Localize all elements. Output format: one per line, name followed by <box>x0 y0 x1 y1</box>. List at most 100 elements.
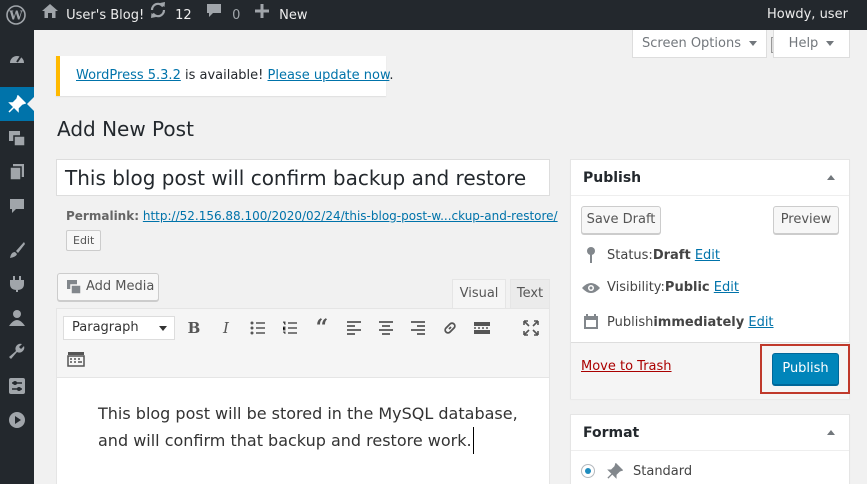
bold-button[interactable]: B <box>182 316 206 340</box>
menu-collapse[interactable] <box>0 403 34 437</box>
menu-appearance[interactable] <box>0 233 34 267</box>
italic-icon: I <box>223 319 229 337</box>
bullet-list-button[interactable] <box>246 316 270 340</box>
wordpress-version-link[interactable]: WordPress 5.3.2 <box>76 68 181 83</box>
collapse-arrow-icon[interactable] <box>827 175 835 180</box>
menu-comments[interactable] <box>0 189 34 223</box>
read-more-icon <box>474 322 490 334</box>
status-row: Status: Draft Edit <box>581 246 720 264</box>
align-center-button[interactable] <box>374 316 398 340</box>
edit-status-link[interactable]: Edit <box>695 248 720 263</box>
toolbar-toggle-button[interactable] <box>64 347 88 371</box>
menu-posts[interactable] <box>0 87 34 121</box>
bold-icon: B <box>187 319 201 337</box>
add-media-label: Add Media <box>86 279 155 294</box>
fullscreen-button[interactable] <box>519 316 543 340</box>
help-button[interactable]: Help <box>773 30 850 58</box>
menu-plugins[interactable] <box>0 267 34 301</box>
format-box-header[interactable]: Format <box>571 415 849 451</box>
standard-radio[interactable] <box>581 464 595 478</box>
chevron-down-icon <box>159 326 167 331</box>
permalink: Permalink: http://52.156.88.100/2020/02/… <box>66 209 558 223</box>
media-icon <box>67 279 82 295</box>
edit-visibility-link[interactable]: Edit <box>714 280 739 295</box>
radio-dot-icon <box>585 468 591 474</box>
major-publishing-actions: Move to Trash Publish <box>571 342 850 399</box>
new-content-link[interactable]: New <box>255 0 308 30</box>
edit-schedule-link[interactable]: Edit <box>748 315 773 330</box>
visibility-row: Visibility: Public Edit <box>581 280 739 295</box>
keyboard-icon <box>67 352 85 367</box>
read-more-button[interactable] <box>470 316 494 340</box>
publish-box-title: Publish <box>583 170 642 186</box>
publish-button[interactable]: Publish <box>772 353 839 385</box>
tab-visual[interactable]: Visual <box>452 279 506 309</box>
tab-text[interactable]: Text <box>510 279 550 309</box>
standard-label: Standard <box>633 463 693 479</box>
blockquote-icon: “ <box>315 315 329 341</box>
updates-count: 12 <box>175 7 192 23</box>
menu-settings[interactable] <box>0 369 34 403</box>
blockquote-button[interactable]: “ <box>310 315 334 341</box>
permalink-label: Permalink: <box>66 209 140 223</box>
updates-icon <box>149 0 167 30</box>
align-left-button[interactable] <box>342 316 366 340</box>
update-notice: WordPress 5.3.2 is available! Please upd… <box>56 56 394 96</box>
format-box: Format Standard <box>570 414 850 484</box>
visibility-label: Visibility: <box>607 280 665 295</box>
publish-box-header[interactable]: Publish <box>571 160 849 196</box>
publish-box: Publish Save Draft Preview Status: Draft… <box>570 159 850 399</box>
save-draft-button[interactable]: Save Draft <box>581 206 661 234</box>
menu-pages[interactable] <box>0 155 34 189</box>
paintbrush-icon <box>10 242 25 258</box>
post-title-input[interactable]: This blog post will confirm backup and r… <box>56 159 550 196</box>
wrench-icon <box>9 343 25 359</box>
permalink-url[interactable]: http://52.156.88.100/2020/02/24/this-blo… <box>143 209 558 223</box>
screen-options-button[interactable]: Screen Options <box>632 30 767 58</box>
publish-value: immediately <box>653 314 745 330</box>
admin-bar: W User's Blog! 12 0 New Howdy, user <box>0 0 867 53</box>
my-account-link[interactable]: Howdy, user <box>767 0 867 53</box>
calendar-icon <box>581 314 601 330</box>
edit-permalink-button[interactable]: Edit <box>66 230 102 251</box>
add-media-button[interactable]: Add Media <box>57 273 159 301</box>
status-label: Status: <box>607 247 653 263</box>
schedule-row: Publish immediately Edit <box>581 314 774 330</box>
insert-link-button[interactable] <box>438 316 462 340</box>
align-right-icon <box>411 321 425 335</box>
post-content-editor[interactable]: This blog post will be stored in the MyS… <box>56 377 550 484</box>
italic-button[interactable]: I <box>214 316 238 340</box>
numbered-list-button[interactable] <box>278 316 302 340</box>
format-select[interactable]: Paragraph <box>63 316 175 340</box>
publish-label: Publish <box>607 314 654 330</box>
preview-button[interactable]: Preview <box>773 206 839 234</box>
menu-media[interactable] <box>0 121 34 155</box>
chevron-down-icon <box>826 41 835 46</box>
align-right-button[interactable] <box>406 316 430 340</box>
format-option-standard[interactable]: Standard <box>581 463 692 479</box>
new-label: New <box>279 7 308 23</box>
home-icon <box>42 0 58 30</box>
update-now-link[interactable]: Please update now <box>268 68 390 83</box>
comments-link[interactable]: 0 <box>206 0 240 30</box>
screen-options-label: Screen Options <box>642 36 741 51</box>
comments-icon <box>10 199 24 213</box>
site-name-link[interactable]: User's Blog! <box>42 0 144 30</box>
plugin-icon <box>10 276 24 292</box>
play-circle-icon <box>9 412 25 428</box>
site-name-label: User's Blog! <box>66 7 145 23</box>
comments-count: 0 <box>232 7 241 23</box>
bullet-list-icon <box>250 321 265 335</box>
content-line-2: and will confirm that backup and restore… <box>98 427 474 454</box>
updates-link[interactable]: 12 <box>149 0 192 30</box>
move-to-trash-link[interactable]: Move to Trash <box>581 359 672 374</box>
collapse-arrow-icon[interactable] <box>827 430 835 435</box>
users-icon <box>9 310 25 326</box>
visibility-value: Public <box>664 280 710 295</box>
svg-text:W: W <box>8 9 23 23</box>
menu-tools[interactable] <box>0 335 34 369</box>
menu-users[interactable] <box>0 301 34 335</box>
format-box-title: Format <box>583 425 640 441</box>
wordpress-logo-icon[interactable]: W <box>6 0 26 30</box>
menu-dashboard[interactable] <box>0 42 34 76</box>
